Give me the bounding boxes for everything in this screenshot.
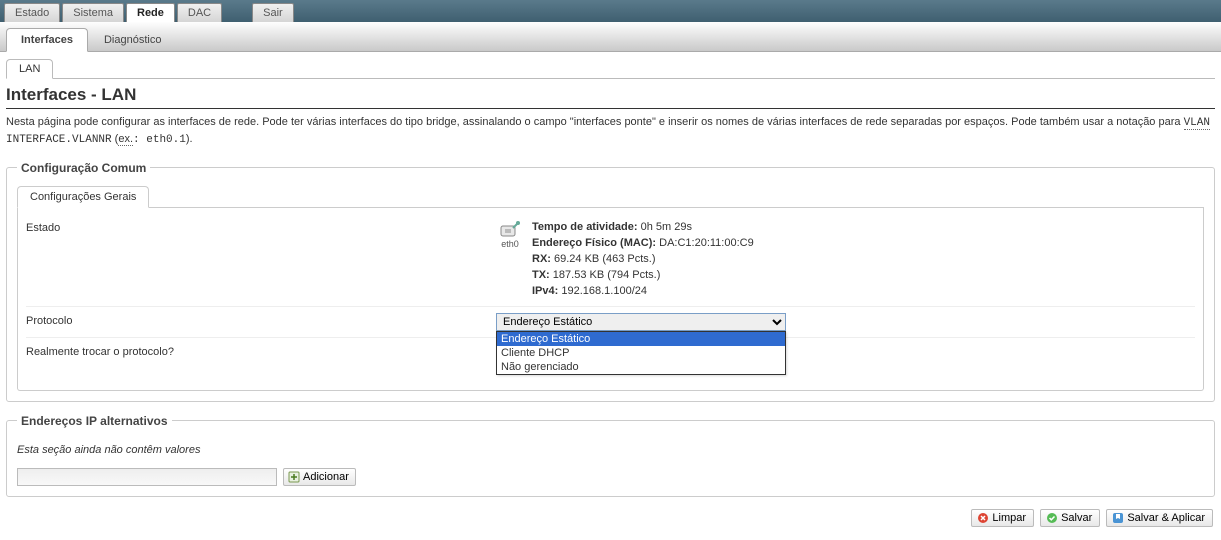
desc-vlannr: INTERFACE.VLANNR: [6, 134, 112, 146]
topnav-sistema[interactable]: Sistema: [62, 3, 124, 22]
add-button-label: Adicionar: [303, 471, 349, 483]
protocolo-dropdown: Endereço Estático Cliente DHCP Não geren…: [496, 331, 786, 375]
uptime-key: Tempo de atividade:: [532, 221, 638, 233]
fieldset-alt-ips: Endereços IP alternativos Esta seção ain…: [6, 414, 1215, 497]
protocolo-select[interactable]: Endereço Estático: [496, 313, 786, 331]
topnav-estado[interactable]: Estado: [4, 3, 60, 22]
protocolo-option-dhcp[interactable]: Cliente DHCP: [497, 346, 785, 360]
ipv4-key: IPv4:: [532, 285, 558, 297]
desc-ex-val: : eth0.1: [133, 134, 186, 146]
topnav-rede[interactable]: Rede: [126, 3, 175, 22]
legend-common: Configuração Comum: [17, 161, 150, 175]
topnav-sair[interactable]: Sair: [252, 3, 294, 22]
apply-icon: [1112, 512, 1124, 524]
desc-vlan: VLAN: [1184, 117, 1210, 130]
alt-ip-add-row: Adicionar: [17, 468, 1204, 486]
desc-text: Nesta página pode configurar as interfac…: [6, 116, 1184, 128]
tx-key: TX:: [532, 269, 550, 281]
config-panel: Estado eth0 Tempo de atividade: 0h 5m 29…: [17, 208, 1204, 391]
row-estado: Estado eth0 Tempo de atividade: 0h 5m 29…: [26, 214, 1195, 306]
fieldset-common-config: Configuração Comum Configurações Gerais …: [6, 161, 1215, 402]
value-estado: eth0 Tempo de atividade: 0h 5m 29s Ender…: [496, 220, 754, 300]
legend-alt-ips: Endereços IP alternativos: [17, 414, 172, 428]
label-switch-protocol: Realmente trocar o protocolo?: [26, 344, 496, 358]
desc-paren-close: ).: [186, 133, 193, 145]
check-icon: [1046, 512, 1058, 524]
row-protocolo: Protocolo Endereço Estático Endereço Est…: [26, 306, 1195, 337]
mac-key: Endereço Físico (MAC):: [532, 237, 656, 249]
ipv4-val: 192.168.1.100/24: [558, 285, 647, 297]
label-estado: Estado: [26, 220, 496, 234]
inner-tabs-row: Configurações Gerais: [17, 185, 1204, 208]
value-protocolo: Endereço Estático Endereço Estático Clie…: [496, 313, 786, 331]
add-button[interactable]: Adicionar: [283, 468, 356, 486]
save-button-label: Salvar: [1061, 512, 1092, 524]
page-description: Nesta página pode configurar as interfac…: [6, 115, 1215, 149]
protocolo-option-static[interactable]: Endereço Estático: [497, 332, 785, 346]
alt-ips-empty-text: Esta seção ainda não contêm valores: [17, 444, 1204, 456]
rx-key: RX:: [532, 253, 551, 265]
subnav-interfaces[interactable]: Interfaces: [6, 28, 88, 52]
save-apply-button[interactable]: Salvar & Aplicar: [1106, 509, 1213, 527]
desc-ex-abbr: ex.: [118, 133, 133, 146]
save-apply-button-label: Salvar & Aplicar: [1127, 512, 1205, 524]
iface-icon-block: eth0: [496, 220, 524, 249]
uptime-val: 0h 5m 29s: [638, 221, 692, 233]
save-button[interactable]: Salvar: [1040, 509, 1100, 527]
rx-val: 69.24 KB (463 Pcts.): [551, 253, 656, 265]
top-nav: Estado Sistema Rede DAC Sair: [0, 0, 1221, 22]
iface-tabs: LAN: [6, 58, 1215, 79]
page-title: Interfaces - LAN: [6, 85, 1215, 109]
protocolo-option-unmanaged[interactable]: Não gerenciado: [497, 360, 785, 374]
iface-name: eth0: [496, 239, 524, 249]
subnav-diagnostico[interactable]: Diagnóstico: [90, 29, 175, 51]
action-row: Limpar Salvar Salvar & Aplicar: [6, 509, 1215, 527]
reset-button-label: Limpar: [992, 512, 1026, 524]
cancel-icon: [977, 512, 989, 524]
mac-val: DA:C1:20:11:00:C9: [656, 237, 754, 249]
alt-ip-input[interactable]: [17, 468, 277, 486]
tab-configuracoes-gerais[interactable]: Configurações Gerais: [17, 186, 149, 208]
iface-info: Tempo de atividade: 0h 5m 29s Endereço F…: [532, 220, 754, 300]
tx-val: 187.53 KB (794 Pcts.): [550, 269, 661, 281]
iface-tab-lan[interactable]: LAN: [6, 59, 53, 79]
sub-nav: Interfaces Diagnóstico: [0, 22, 1221, 52]
ethernet-icon: [500, 220, 520, 238]
label-protocolo: Protocolo: [26, 313, 496, 327]
reset-button[interactable]: Limpar: [971, 509, 1034, 527]
topnav-dac[interactable]: DAC: [177, 3, 222, 22]
add-icon: [288, 471, 300, 483]
